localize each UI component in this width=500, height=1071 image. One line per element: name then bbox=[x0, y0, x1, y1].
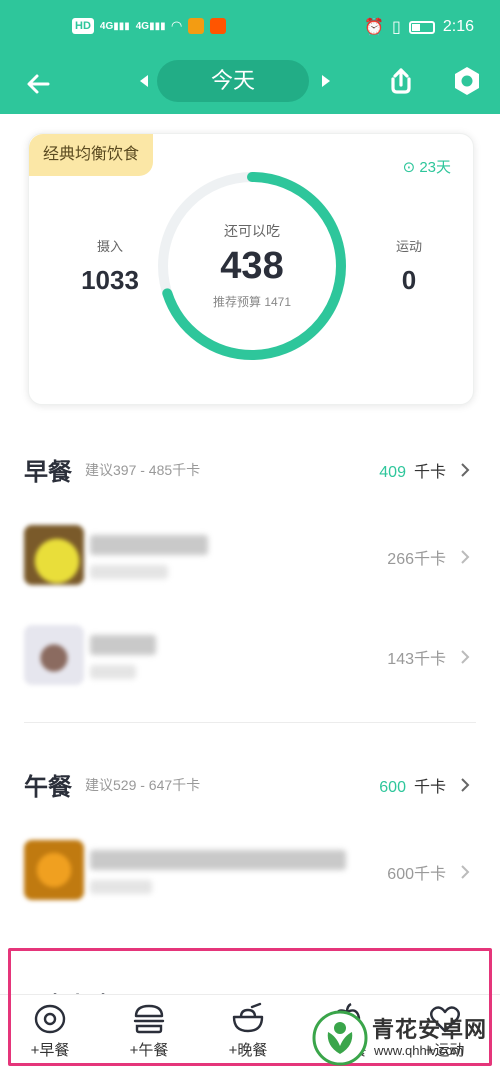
vibrate-icon: ▯ bbox=[392, 19, 401, 36]
clock: 2:16 bbox=[442, 18, 474, 35]
food-kcal: 600千卡 bbox=[387, 866, 446, 883]
chevron-right-icon bbox=[461, 778, 470, 792]
meal-kcal: 600 千卡 bbox=[379, 779, 446, 796]
intake-label: 摄入 bbox=[96, 239, 123, 254]
prev-day-icon[interactable] bbox=[140, 75, 148, 87]
settings-icon[interactable] bbox=[450, 64, 484, 98]
diet-plan-tag[interactable]: 经典均衡饮食 bbox=[29, 134, 154, 176]
top-bar: 今天 bbox=[0, 58, 500, 114]
watermark-url: www.qhhlv.com bbox=[374, 1043, 464, 1058]
remaining-label: 还可以吃 bbox=[224, 223, 280, 239]
calorie-summary-card[interactable]: 经典均衡饮食 ⊙ 23天 摄入 1033 还可以吃 438 推荐预算 1471 … bbox=[28, 133, 474, 405]
check-circle-icon: ⊙ bbox=[402, 159, 416, 176]
date-switcher: 今天 bbox=[140, 60, 330, 102]
wifi-icon: ◠ bbox=[171, 18, 182, 33]
meal-header-breakfast[interactable]: 早餐 建议397 - 485千卡 409 千卡 bbox=[24, 452, 476, 492]
food-portion-redacted bbox=[90, 565, 168, 579]
battery-icon bbox=[408, 20, 435, 34]
food-thumbnail bbox=[24, 625, 84, 685]
back-arrow-icon[interactable] bbox=[22, 66, 58, 102]
app-notification-icon bbox=[187, 18, 204, 34]
taobao-notification-icon bbox=[209, 18, 226, 34]
streak-badge[interactable]: ⊙ 23天 bbox=[403, 156, 451, 177]
food-item[interactable]: 600千卡 bbox=[24, 840, 476, 906]
hd-badge: HD bbox=[72, 18, 94, 34]
watermark-logo-icon bbox=[312, 1010, 368, 1066]
food-kcal: 143千卡 bbox=[387, 651, 446, 668]
chevron-right-icon bbox=[461, 650, 470, 664]
chevron-right-icon bbox=[461, 865, 470, 879]
food-thumbnail bbox=[24, 525, 84, 585]
meal-suggest: 建议397 - 485千卡 bbox=[85, 462, 201, 478]
intake-value: 1033 bbox=[81, 265, 139, 295]
food-kcal: 266千卡 bbox=[387, 551, 446, 568]
exercise-value: 0 bbox=[401, 265, 417, 295]
status-icons-left: HD 4G▮▮▮ 4G▮▮▮ ◠ bbox=[72, 18, 226, 34]
food-name-redacted bbox=[90, 850, 346, 870]
divider bbox=[24, 722, 476, 723]
food-name-redacted bbox=[90, 635, 156, 655]
exercise-label: 运动 bbox=[395, 239, 422, 254]
food-portion-redacted bbox=[90, 880, 152, 894]
food-name-redacted bbox=[90, 535, 208, 555]
food-portion-redacted bbox=[90, 665, 136, 679]
signal-icon: 4G▮▮▮ bbox=[99, 20, 130, 32]
meal-kcal: 409 千卡 bbox=[379, 464, 446, 481]
intake-stat: 摄入 1033 bbox=[55, 236, 165, 296]
chevron-right-icon bbox=[461, 463, 470, 477]
date-pill[interactable]: 今天 bbox=[157, 60, 309, 102]
status-icons-right: ⏰ ▯ 2:16 bbox=[364, 17, 474, 37]
remaining-calories: 还可以吃 438 推荐预算 1471 bbox=[155, 169, 349, 363]
status-bar: HD 4G▮▮▮ 4G▮▮▮ ◠ ⏰ ▯ 2:16 bbox=[0, 0, 500, 58]
food-item[interactable]: 143千卡 bbox=[24, 625, 476, 691]
share-icon[interactable] bbox=[384, 64, 418, 98]
food-thumbnail bbox=[24, 840, 84, 900]
watermark-name: 青花安卓网 bbox=[372, 1017, 488, 1042]
meal-header-lunch[interactable]: 午餐 建议529 - 647千卡 600 千卡 bbox=[24, 767, 476, 807]
remaining-value: 438 bbox=[220, 245, 284, 287]
alarm-icon: ⏰ bbox=[364, 19, 385, 36]
chevron-right-icon bbox=[461, 550, 470, 564]
meal-title: 午餐 bbox=[24, 774, 72, 801]
meal-suggest: 建议529 - 647千卡 bbox=[85, 777, 201, 793]
budget-text: 推荐预算 1471 bbox=[212, 295, 292, 309]
next-day-icon[interactable] bbox=[322, 75, 330, 87]
meal-title: 早餐 bbox=[24, 459, 72, 486]
food-item[interactable]: 266千卡 bbox=[24, 525, 476, 591]
exercise-stat: 运动 0 bbox=[359, 236, 459, 296]
signal-icon: 4G▮▮▮ bbox=[135, 20, 166, 32]
site-watermark: 青花安卓网 www.qhhlv.com bbox=[312, 1010, 494, 1066]
